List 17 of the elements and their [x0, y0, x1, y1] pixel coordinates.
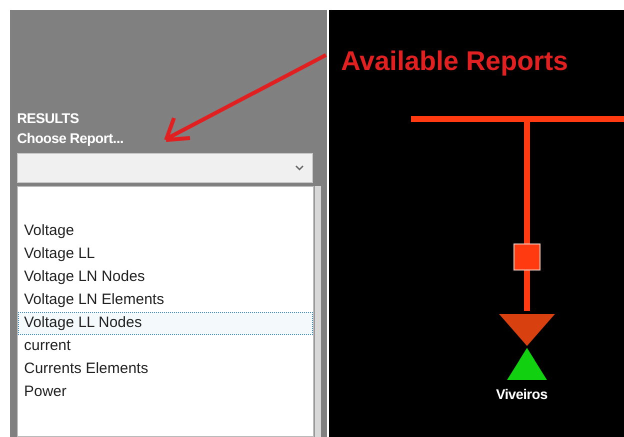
choose-report-label: Choose Report...	[17, 129, 124, 148]
annotation-text: Available Reports	[341, 48, 568, 75]
triangle-icon	[507, 348, 547, 380]
report-list[interactable]: Voltage Voltage LL Voltage LN Nodes Voltage LN Elements Voltage LL Nodes current Currents Elements Power	[17, 186, 314, 437]
results-heading: RESULTS	[17, 109, 80, 128]
scrollbar[interactable]	[314, 186, 321, 437]
report-option[interactable]: Voltage LN Nodes	[18, 266, 313, 289]
node-label: Viveiros	[496, 385, 548, 404]
chevron-down-icon	[295, 165, 304, 171]
report-option[interactable]: Voltage LL Nodes	[18, 312, 313, 335]
report-option[interactable]: Currents Elements	[18, 358, 313, 381]
report-option[interactable]: current	[18, 335, 313, 358]
report-option[interactable]: Voltage	[18, 220, 313, 243]
report-option[interactable]: Voltage LL	[18, 243, 313, 266]
report-option[interactable]: Voltage LN Elements	[18, 289, 313, 312]
report-dropdown[interactable]	[17, 153, 313, 183]
report-option[interactable]: Power	[18, 381, 313, 404]
